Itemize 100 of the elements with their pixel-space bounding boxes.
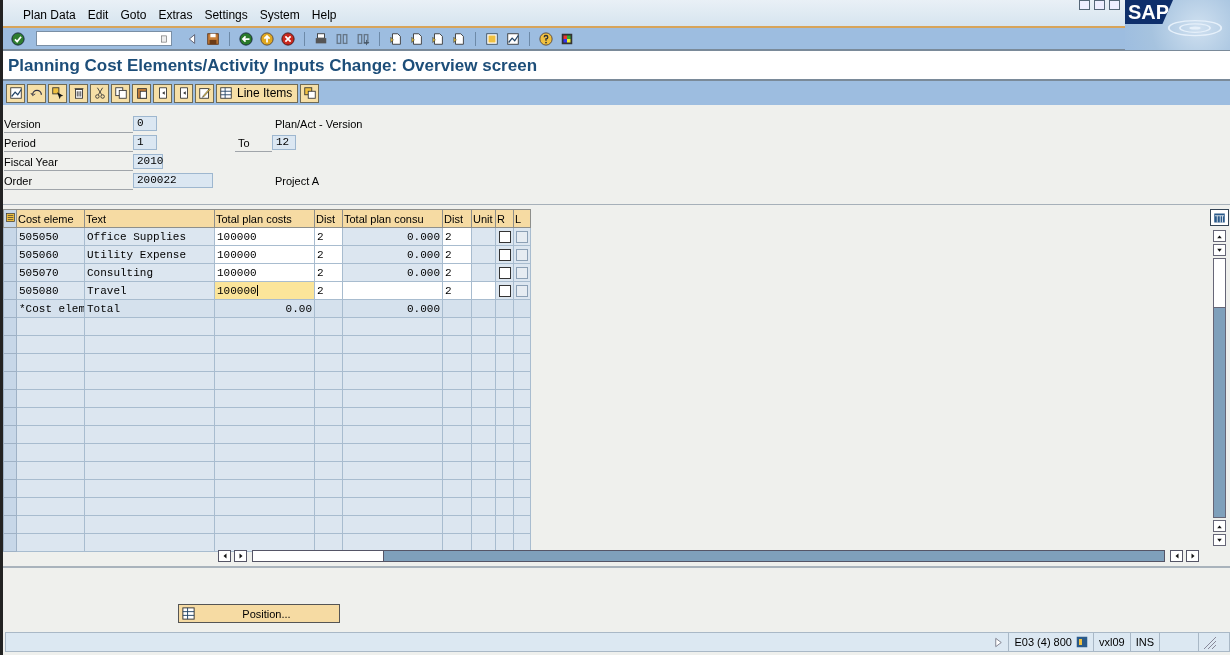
column-header[interactable]: Dist — [314, 209, 343, 228]
toolbar-button[interactable] — [132, 83, 151, 103]
position-button[interactable]: Position... — [178, 604, 340, 623]
toolbar-button[interactable] — [300, 83, 320, 103]
field-label: Period — [4, 135, 133, 152]
input-mode: INS — [1135, 636, 1154, 648]
panel-icon — [1075, 636, 1088, 648]
table-cell: 0.000 — [342, 227, 443, 246]
table-cell: Consulting — [84, 263, 215, 282]
menu-item[interactable]: Help — [305, 8, 343, 22]
table-cell: Travel — [84, 281, 215, 300]
clipboard-icon — [159, 33, 169, 44]
page-icon — [410, 31, 424, 46]
table-icon — [219, 86, 233, 100]
table-cell: Utility Expense — [84, 245, 215, 264]
checkbox[interactable] — [498, 284, 511, 297]
scroll-left-button[interactable] — [218, 550, 231, 562]
select-all-button[interactable] — [3, 209, 17, 228]
toolbar-button[interactable] — [195, 83, 214, 103]
menu-item[interactable]: Settings — [198, 8, 254, 22]
table-cell: 505070 — [16, 263, 85, 282]
print-icon — [314, 31, 328, 46]
right-triangle-icon — [1188, 552, 1197, 560]
minimize-icon[interactable] — [1079, 0, 1090, 10]
toolbar-button[interactable] — [237, 29, 255, 48]
system-info: E03 (4) 800 — [1014, 636, 1072, 648]
field-description: Plan/Act - Version — [274, 117, 364, 132]
column-header[interactable]: Cost eleme — [16, 209, 85, 228]
menu-item[interactable]: Edit — [81, 8, 115, 22]
scissors-icon — [92, 86, 107, 100]
menu-item[interactable]: Extras — [152, 8, 199, 22]
scroll-right-button[interactable] — [1186, 550, 1199, 562]
toolbar-button[interactable] — [48, 83, 67, 103]
binoculars-icon — [335, 31, 349, 46]
layout-button[interactable] — [1209, 209, 1229, 226]
table-cell: 505050 — [16, 227, 85, 246]
toolbar-button[interactable] — [111, 83, 130, 103]
column-header[interactable]: Total plan costs — [214, 209, 315, 228]
scroll-down-button[interactable] — [1212, 534, 1226, 546]
field-label: Order — [4, 173, 133, 190]
line-items-button[interactable]: Line Items — [216, 83, 299, 103]
scroll-up-button[interactable] — [1212, 520, 1226, 532]
clipboard-icon — [134, 86, 149, 100]
toolbar-button[interactable] — [153, 83, 172, 103]
command-field[interactable] — [36, 31, 172, 46]
table-cell: 505080 — [16, 281, 85, 300]
input-field[interactable]: 12 — [272, 135, 296, 150]
scroll-right-button[interactable] — [234, 550, 247, 562]
menu-item[interactable]: Goto — [114, 8, 153, 22]
table-icon — [181, 606, 196, 621]
chart-icon — [8, 86, 23, 100]
up-arrow-icon — [260, 31, 274, 46]
input-field[interactable]: 2010 — [133, 154, 163, 169]
toolbar-button[interactable] — [537, 29, 555, 48]
field-description: Project A — [274, 174, 321, 189]
pointer-icon — [50, 86, 65, 100]
toolbar-button[interactable] — [279, 29, 297, 48]
toolbar-button[interactable] — [174, 83, 193, 103]
toolbar-button[interactable] — [6, 83, 25, 103]
chart-icon — [506, 31, 520, 46]
close-icon[interactable] — [1109, 0, 1120, 10]
toolbar-button[interactable] — [27, 83, 46, 103]
column-header[interactable]: Total plan consu — [342, 209, 443, 228]
table-cell: 0.000 — [342, 263, 443, 282]
column-header[interactable]: Unit — [471, 209, 496, 228]
scroll-left-button[interactable] — [1170, 550, 1183, 562]
checkbox[interactable] — [498, 266, 511, 279]
column-header[interactable]: Dist — [442, 209, 472, 228]
page-icon — [431, 31, 445, 46]
screen-title: Planning Cost Elements/Activity Inputs Change: Overview screen — [7, 55, 539, 76]
scroll-down-button[interactable] — [1212, 244, 1226, 256]
check-icon — [11, 31, 25, 46]
server-name: vxl09 — [1098, 636, 1125, 648]
checkbox[interactable] — [498, 248, 511, 261]
table-icon — [1212, 211, 1226, 224]
checkbox[interactable] — [498, 230, 511, 243]
scrollbar[interactable] — [252, 550, 1165, 562]
colorful-grid-icon — [560, 31, 574, 46]
input-field[interactable]: 200022 — [133, 173, 213, 188]
scroll-up-button[interactable] — [1212, 230, 1226, 242]
input-field[interactable]: 0 — [133, 116, 157, 131]
layout-icon — [485, 31, 499, 46]
logo: SAP — [1125, 0, 1173, 24]
toolbar-button[interactable] — [258, 29, 276, 48]
table-cell: 0.000 — [342, 245, 443, 264]
scrollbar[interactable] — [1212, 258, 1226, 518]
pencil-icon — [197, 86, 212, 100]
stacked-pages-icon — [302, 86, 317, 100]
restore-icon[interactable] — [1094, 0, 1105, 10]
input-field[interactable]: 1 — [133, 135, 157, 150]
column-header[interactable]: Text — [84, 209, 215, 228]
toolbar-button[interactable] — [9, 29, 27, 48]
help-icon — [539, 31, 553, 46]
table-cell: Office Supplies — [84, 227, 215, 246]
table-cell: 505060 — [16, 245, 85, 264]
toolbar-button[interactable] — [69, 83, 88, 103]
menu-item[interactable]: Plan Data — [17, 8, 82, 22]
menu-item[interactable]: System — [253, 8, 306, 22]
page-icon — [389, 31, 403, 46]
copy-icon — [113, 86, 128, 100]
